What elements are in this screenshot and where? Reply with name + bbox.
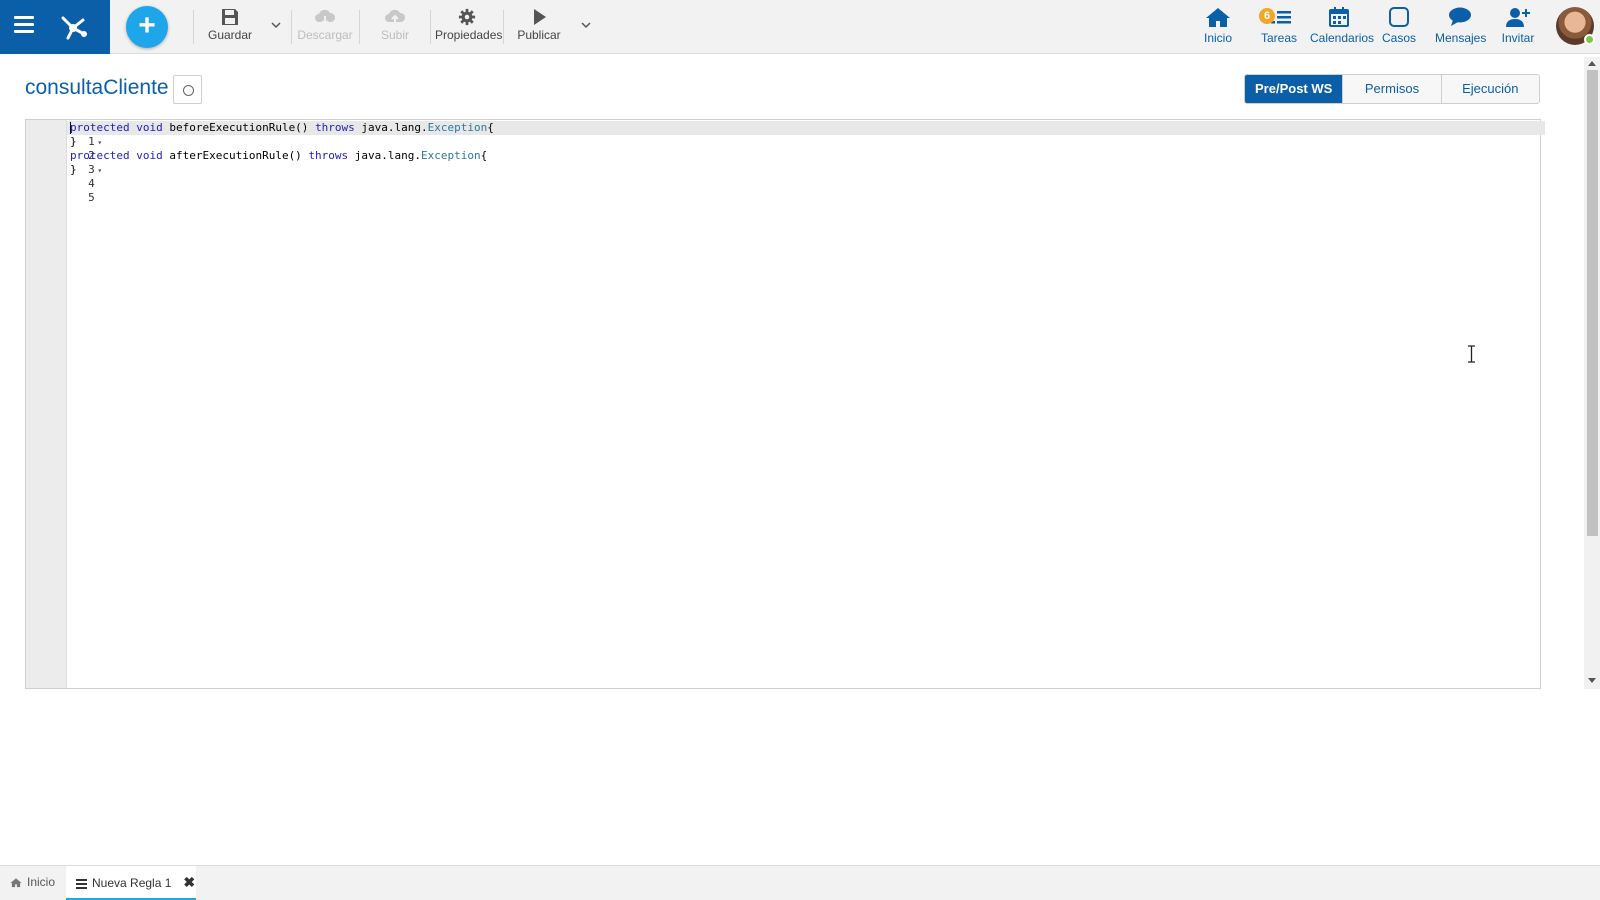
tab-permisos[interactable]: Permisos <box>1343 75 1442 103</box>
download-label: Descargar <box>297 28 353 42</box>
code-line[interactable]: 3 ▾ protected void afterExecutionRule() t… <box>26 149 487 176</box>
line-text: } <box>70 135 77 148</box>
brand-area <box>0 0 110 54</box>
save-button[interactable]: Guardar <box>208 8 252 48</box>
nav-home-label: Inicio <box>1203 31 1232 45</box>
tasks-count-badge: 6 <box>1259 8 1275 24</box>
cloud-upload-icon <box>385 9 406 24</box>
code-line[interactable]: 4 } <box>26 163 105 190</box>
publish-label: Publicar <box>517 28 561 42</box>
page-title: consultaCliente <box>25 76 169 99</box>
hamburger-menu-icon[interactable] <box>14 16 34 36</box>
code-lines: 1 ▾ protected void beforeExecutionRule() … <box>26 121 494 204</box>
nav-calendars-label: Calendarios <box>1310 31 1375 45</box>
properties-label: Propiedades <box>435 28 503 42</box>
app-logo-icon[interactable] <box>56 10 90 44</box>
scroll-up-arrow-icon[interactable] <box>1588 61 1596 66</box>
add-new-button[interactable]: + <box>126 6 168 48</box>
nav-invite[interactable]: Invitar <box>1500 6 1536 50</box>
upload-button[interactable]: Subir <box>376 8 414 48</box>
gear-icon <box>458 8 476 26</box>
nav-tasks-label: Tareas <box>1260 31 1298 45</box>
add-user-icon <box>1506 8 1530 27</box>
download-button[interactable]: Descargar <box>297 8 353 48</box>
rule-icon <box>76 879 87 889</box>
chat-icon <box>1449 7 1471 26</box>
publish-dropdown-chevron-down-icon[interactable] <box>579 18 593 32</box>
nav-calendars[interactable]: Calendarios <box>1310 6 1374 50</box>
online-status-indicator <box>1584 34 1595 45</box>
line-code: protected void beforeExecutionRule() thr… <box>70 121 494 135</box>
properties-button[interactable]: Propiedades <box>435 8 503 48</box>
toolbar-divider <box>193 10 194 44</box>
square-icon <box>1389 7 1409 27</box>
code-editor[interactable]: 1 ▾ protected void beforeExecutionRule() … <box>25 119 1545 689</box>
line-text: protected void afterExecutionRule() thro… <box>70 149 488 162</box>
save-label: Guardar <box>208 28 253 42</box>
nav-messages[interactable]: Mensajes <box>1435 6 1487 50</box>
play-icon <box>534 9 546 25</box>
bottom-tab-nueva-regla[interactable]: Nueva Regla 1 ✖ <box>66 866 196 900</box>
line-code: } <box>70 163 77 177</box>
line-number: 5 <box>88 191 95 204</box>
toolbar-divider <box>430 10 431 44</box>
upload-label: Subir <box>380 28 409 42</box>
line-text: } <box>70 163 77 176</box>
tab-ejecucion[interactable]: Ejecución <box>1442 75 1539 103</box>
bottom-tab-inicio[interactable]: Inicio <box>10 866 66 900</box>
i-beam-cursor-icon <box>1468 345 1475 363</box>
publish-button[interactable]: Publicar <box>517 8 561 48</box>
bottom-tab-bar: Inicio Nueva Regla 1 ✖ <box>0 865 1600 900</box>
tab-pre-post-ws[interactable]: Pre/Post WS <box>1245 75 1344 103</box>
toolbar-divider <box>359 10 360 44</box>
toolbar-divider <box>291 10 292 44</box>
top-toolbar: + Guardar Descargar Subir Propiedades Pu… <box>0 0 1600 54</box>
cloud-download-icon <box>315 9 336 26</box>
home-icon <box>10 878 22 888</box>
scroll-down-arrow-icon[interactable] <box>1588 678 1596 683</box>
calendar-icon <box>1329 7 1349 27</box>
code-line[interactable]: 5 <box>26 177 105 204</box>
code-line[interactable]: 2 } <box>26 135 105 162</box>
nav-messages-label: Mensajes <box>1435 31 1487 45</box>
scrollbar-thumb[interactable] <box>1587 70 1598 536</box>
view-tabs: Pre/Post WS Permisos Ejecución <box>1244 74 1540 104</box>
title-options-button[interactable] <box>173 75 202 104</box>
code-line[interactable]: 1 ▾ protected void beforeExecutionRule() … <box>26 121 494 148</box>
bottom-tab-label: Inicio <box>27 875 56 889</box>
nav-cases[interactable]: Casos <box>1382 6 1416 50</box>
nav-home[interactable]: Inicio <box>1200 6 1236 50</box>
line-text: protected void beforeExecutionRule() thr… <box>70 121 494 134</box>
save-icon <box>222 9 238 25</box>
save-dropdown-chevron-down-icon[interactable] <box>269 18 283 32</box>
nav-invite-label: Invitar <box>1501 31 1535 45</box>
nav-tasks[interactable]: 6 Tareas <box>1259 6 1299 50</box>
line-code: protected void afterExecutionRule() thro… <box>70 149 487 163</box>
close-tab-icon[interactable]: ✖ <box>183 874 195 890</box>
line-code: } <box>70 135 77 149</box>
bottom-tab-label: Nueva Regla 1 <box>92 876 172 890</box>
home-icon <box>1206 8 1230 27</box>
nav-cases-label: Casos <box>1382 31 1417 45</box>
toolbar-divider <box>503 10 504 44</box>
